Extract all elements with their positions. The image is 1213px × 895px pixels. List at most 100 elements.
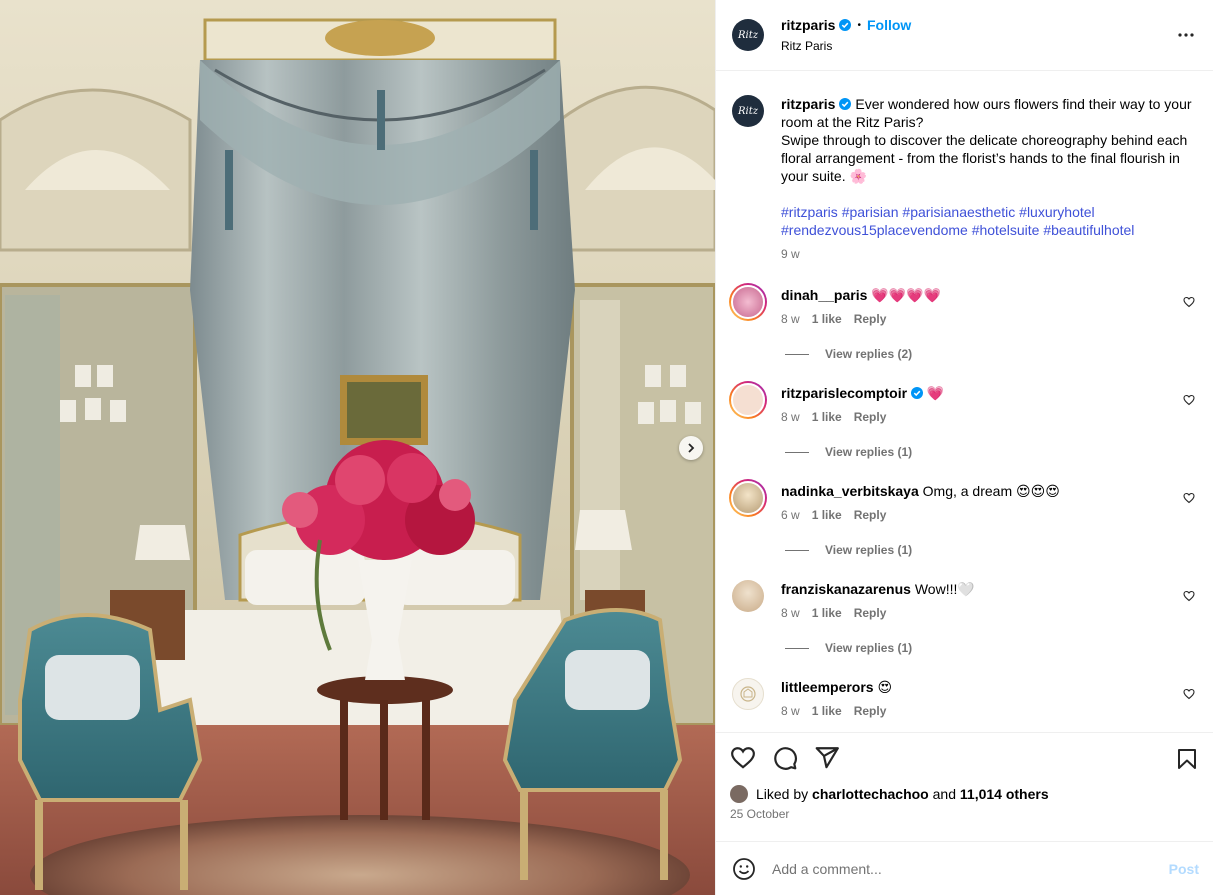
replies-divider [785, 647, 809, 649]
comment-item: nadinka_verbitskaya Omg, a dream 😍😍😍 6 w… [729, 479, 1197, 522]
comment-item: ritzparislecomptoir 💗 8 w 1 like Reply [729, 381, 1197, 424]
hashtag-link[interactable]: #parisian [842, 204, 899, 220]
like-comment-heart-icon[interactable] [1183, 492, 1195, 504]
view-replies-label: View replies (1) [825, 641, 913, 655]
comment-time[interactable]: 8 w [781, 410, 800, 424]
author-username[interactable]: ritzparis [781, 17, 835, 33]
view-replies-button[interactable]: View replies (1) [785, 445, 1197, 459]
comment-icon[interactable] [772, 745, 798, 771]
comment-item: dinah__paris 💗💗💗💗 8 w 1 like Reply [729, 283, 1197, 326]
comment-username[interactable]: dinah__paris [781, 287, 867, 303]
view-replies-button[interactable]: View replies (2) [785, 347, 1197, 361]
share-send-icon[interactable] [814, 745, 840, 771]
separator-dot: • [857, 19, 861, 31]
hashtag-link[interactable]: #ritzparis [781, 204, 838, 220]
chevron-right-icon [688, 443, 695, 453]
comment-likes[interactable]: 1 like [812, 704, 842, 718]
commenter-avatar[interactable] [729, 479, 767, 517]
likes-count[interactable]: 11,014 others [960, 786, 1049, 802]
verified-badge-icon [839, 19, 852, 31]
comment-likes[interactable]: 1 like [812, 508, 842, 522]
instagram-post-modal: Ritz ritzparis • Follow Ritz Paris Ritz … [0, 0, 1213, 895]
follow-button[interactable]: Follow [867, 17, 911, 33]
replies-divider [785, 353, 809, 355]
verified-badge-icon [911, 387, 924, 399]
comment-text: 💗💗💗💗 [871, 287, 941, 303]
likes-summary: Liked by charlottechachoo and 11,014 oth… [730, 785, 1199, 803]
commenter-avatar[interactable] [729, 283, 767, 321]
comment-text: Omg, a dream 😍😍😍 [922, 483, 1060, 499]
likes-and: and [932, 786, 956, 802]
comment-likes[interactable]: 1 like [812, 606, 842, 620]
like-heart-icon[interactable] [730, 745, 756, 771]
reply-button[interactable]: Reply [854, 704, 887, 718]
comment-username[interactable]: nadinka_verbitskaya [781, 483, 919, 499]
verified-badge-icon [839, 98, 852, 110]
emoji-smiley-icon[interactable] [732, 857, 756, 881]
post-actions: Liked by charlottechachoo and 11,014 oth… [716, 732, 1213, 841]
reply-button[interactable]: Reply [854, 606, 887, 620]
view-replies-label: View replies (2) [825, 347, 913, 361]
comment-likes[interactable]: 1 like [812, 312, 842, 326]
like-comment-heart-icon[interactable] [1183, 296, 1195, 308]
next-slide-button[interactable] [679, 436, 703, 460]
like-comment-heart-icon[interactable] [1183, 688, 1195, 700]
comment-time[interactable]: 8 w [781, 312, 800, 326]
comment-text: Wow!!!🤍 [914, 581, 975, 597]
hashtag-link[interactable]: #parisianaesthetic [902, 204, 1015, 220]
hashtag-link[interactable]: #hotelsuite [972, 222, 1040, 238]
comment-username[interactable]: franziskanazarenus [781, 581, 911, 597]
view-replies-button[interactable]: View replies (1) [785, 641, 1197, 655]
like-comment-heart-icon[interactable] [1183, 590, 1195, 602]
post-side-panel: Ritz ritzparis • Follow Ritz Paris Ritz … [715, 0, 1213, 895]
caption-avatar-text: Ritz [737, 105, 758, 117]
comment-text: 💗 [926, 385, 945, 401]
comment-time[interactable]: 8 w [781, 606, 800, 620]
avatar-image [731, 481, 765, 515]
hashtag-link[interactable]: #beautifulhotel [1043, 222, 1134, 238]
post-location[interactable]: Ritz Paris [781, 39, 911, 53]
caption-hashtags: #ritzparis #parisian #parisianaesthetic … [781, 203, 1197, 239]
commenter-avatar[interactable] [732, 678, 764, 710]
avatar-image [731, 383, 765, 417]
reply-button[interactable]: Reply [854, 410, 887, 424]
post-image[interactable] [0, 0, 715, 895]
comment-time[interactable]: 8 w [781, 704, 800, 718]
view-replies-label: View replies (1) [825, 445, 913, 459]
replies-divider [785, 451, 809, 453]
like-comment-heart-icon[interactable] [1183, 394, 1195, 406]
reply-button[interactable]: Reply [854, 508, 887, 522]
replies-divider [785, 549, 809, 551]
view-replies-button[interactable]: View replies (1) [785, 543, 1197, 557]
caption-avatar[interactable]: Ritz [732, 95, 764, 127]
commenter-avatar[interactable] [732, 580, 764, 612]
post-date[interactable]: 25 October [730, 807, 1199, 821]
comment-text: 😍 [877, 679, 893, 695]
post-header: Ritz ritzparis • Follow Ritz Paris [716, 0, 1213, 71]
comments-list[interactable]: Ritz ritzparis Ever wondered how ours fl… [716, 71, 1213, 732]
comment-username[interactable]: ritzparislecomptoir [781, 385, 907, 401]
comment-input[interactable] [772, 860, 1169, 877]
comment-item: franziskanazarenus Wow!!!🤍 8 w 1 like Re… [732, 580, 1197, 620]
caption-time[interactable]: 9 w [781, 245, 1197, 263]
save-bookmark-icon[interactable] [1175, 747, 1199, 771]
liker-avatar[interactable] [730, 785, 748, 803]
comment-time[interactable]: 6 w [781, 508, 800, 522]
hotel-suite-photo [0, 0, 715, 895]
post-comment-button[interactable]: Post [1169, 861, 1199, 877]
comment-username[interactable]: littleemperors [781, 679, 874, 695]
hashtag-link[interactable]: #luxuryhotel [1019, 204, 1095, 220]
comment-likes[interactable]: 1 like [812, 410, 842, 424]
reply-button[interactable]: Reply [854, 312, 887, 326]
liker-username[interactable]: charlottechachoo [812, 786, 929, 802]
likes-prefix: Liked by [756, 786, 809, 802]
comment-item: littleemperors 😍 8 w 1 like Reply [732, 678, 1197, 718]
more-options-icon[interactable] [1177, 26, 1195, 44]
crest-logo-icon [740, 686, 756, 702]
author-avatar[interactable]: Ritz [732, 19, 764, 51]
commenter-avatar[interactable] [729, 381, 767, 419]
caption-username[interactable]: ritzparis [781, 96, 835, 112]
view-replies-label: View replies (1) [825, 543, 913, 557]
post-caption: Ritz ritzparis Ever wondered how ours fl… [732, 95, 1197, 263]
hashtag-link[interactable]: #rendezvous15placevendome [781, 222, 968, 238]
